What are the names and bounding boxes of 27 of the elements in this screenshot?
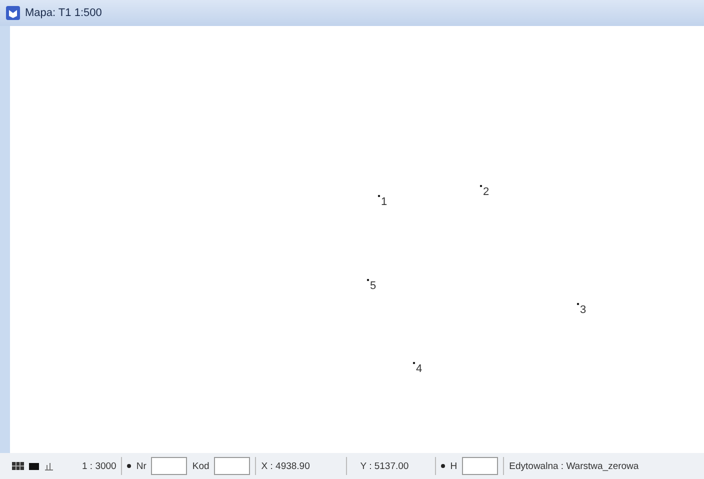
point-label: 1: [381, 197, 388, 208]
point-marker: [577, 303, 579, 305]
point-marker: [378, 195, 380, 197]
x-coordinate: X : 4938.90: [261, 460, 311, 472]
h-label: H: [450, 460, 458, 472]
y-coordinate: Y : 5137.00: [359, 460, 410, 472]
window-title: Mapa: T1 1:500: [25, 7, 102, 19]
rectangle-icon[interactable]: [29, 462, 39, 470]
nr-label: Nr: [136, 460, 146, 472]
point-marker: [413, 362, 415, 364]
point-label: 5: [370, 281, 376, 292]
app-icon: [6, 6, 20, 20]
point-marker: [367, 279, 369, 281]
point-label: 2: [483, 187, 490, 198]
bullet-icon: [441, 464, 446, 468]
h-field[interactable]: [462, 457, 498, 475]
scale-text: 1 : 3000: [82, 460, 116, 472]
point-marker: [480, 185, 482, 187]
kod-label: Kod: [192, 460, 210, 472]
mode-text: Edytowalna : Warstwa_zerowa: [509, 460, 639, 472]
bullet-icon: [127, 464, 132, 468]
point-label: 4: [416, 364, 422, 375]
nr-field[interactable]: [151, 457, 188, 475]
tool-icon[interactable]: [44, 462, 54, 470]
kod-field[interactable]: [214, 457, 250, 475]
point-label: 3: [580, 305, 586, 316]
grid-icon[interactable]: [12, 462, 24, 470]
